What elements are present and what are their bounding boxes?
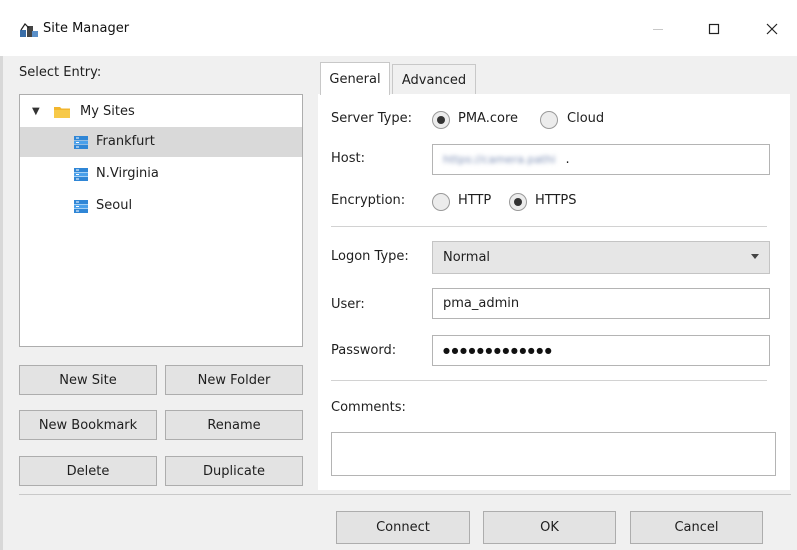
divider [331,226,767,227]
encryption-label: Encryption: [331,193,406,208]
tab-general[interactable]: General [320,62,390,95]
new-folder-button[interactable]: New Folder [165,365,303,395]
logon-type-select[interactable]: Normal [432,241,770,274]
tree-site-seoul[interactable]: Seoul [20,191,302,221]
password-input[interactable]: ●●●●●●●●●●●●● [432,335,770,366]
tree-site-label: Seoul [96,198,133,213]
password-mask: ●●●●●●●●●●●●● [443,346,554,355]
duplicate-button[interactable]: Duplicate [165,456,303,486]
connect-button[interactable]: Connect [336,511,470,544]
maximize-button[interactable] [694,14,734,44]
site-manager-icon [20,23,38,37]
title-bar: Site Manager [0,0,797,56]
encryption-https-label[interactable]: HTTPS [535,193,577,208]
minimize-button[interactable] [638,14,678,44]
host-input[interactable]: https://camera.pathi . [432,144,770,175]
tree-site-label: Frankfurt [96,134,155,149]
rename-button[interactable]: Rename [165,410,303,440]
new-bookmark-button[interactable]: New Bookmark [19,410,157,440]
site-tree[interactable]: ▼ My Sites Frankfurt N.Virginia Seoul [19,94,303,347]
close-icon [766,23,778,35]
minimize-icon [653,29,663,30]
logon-type-value: Normal [443,250,491,265]
server-type-cloud-label[interactable]: Cloud [567,111,604,126]
maximize-icon [708,23,720,35]
site-manager-window: Site Manager Select Entry: ▼ My Sites Fr… [0,0,797,550]
chevron-down-icon [751,254,759,259]
server-type-label: Server Type: [331,111,413,126]
user-value: pma_admin [443,296,520,311]
server-icon [74,168,88,181]
tab-advanced[interactable]: Advanced [392,64,476,95]
server-icon [74,136,88,149]
user-input[interactable]: pma_admin [432,288,770,319]
host-label: Host: [331,151,365,166]
encryption-http-radio[interactable] [432,193,450,211]
comments-textarea[interactable] [331,432,776,476]
server-type-pma-core-radio[interactable] [432,111,450,129]
window-edge [0,0,3,550]
cancel-button[interactable]: Cancel [630,511,763,544]
tree-site-label: N.Virginia [96,166,159,181]
tree-folder-my-sites[interactable]: ▼ My Sites [20,97,302,127]
server-type-pma-core-label[interactable]: PMA.core [458,111,518,126]
host-value: https://camera.pathi [443,153,556,166]
tree-site-frankfurt[interactable]: Frankfurt [20,127,302,157]
comments-label: Comments: [331,400,406,415]
encryption-http-label[interactable]: HTTP [458,193,491,208]
tree-site-n-virginia[interactable]: N.Virginia [20,159,302,189]
close-button[interactable] [752,14,792,44]
folder-icon [54,107,70,118]
user-label: User: [331,297,365,312]
password-label: Password: [331,343,397,358]
select-entry-label: Select Entry: [19,65,102,80]
delete-button[interactable]: Delete [19,456,157,486]
ok-button[interactable]: OK [483,511,616,544]
footer-separator [19,494,791,495]
new-site-button[interactable]: New Site [19,365,157,395]
host-trailing: . [565,152,570,167]
encryption-https-radio[interactable] [509,193,527,211]
divider [331,380,767,381]
logon-type-label: Logon Type: [331,249,409,264]
server-type-cloud-radio[interactable] [540,111,558,129]
tree-folder-label: My Sites [80,104,135,119]
expand-caret-icon[interactable]: ▼ [32,106,40,117]
server-icon [74,200,88,213]
window-title: Site Manager [43,21,130,36]
